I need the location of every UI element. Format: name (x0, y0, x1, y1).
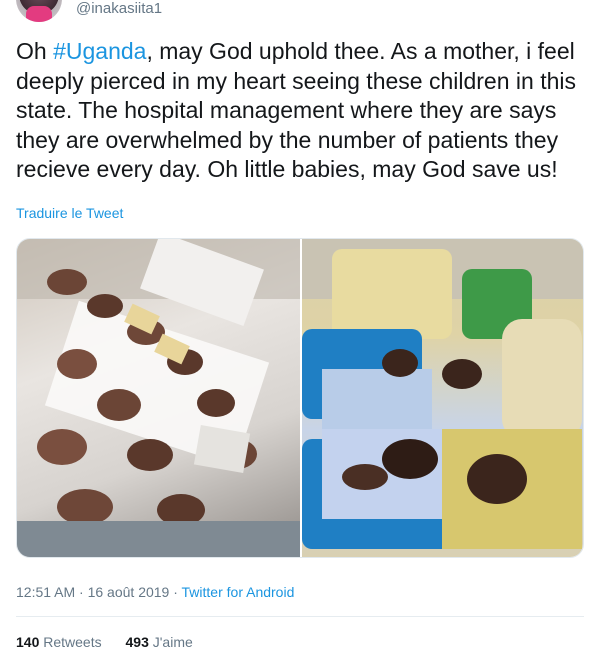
photo-right[interactable] (302, 239, 583, 557)
divider (16, 616, 584, 617)
media-grid (16, 238, 584, 558)
hashtag-link[interactable]: #Uganda (53, 38, 146, 64)
likes-stat[interactable]: 493 J'aime (126, 634, 193, 650)
retweets-label: Retweets (43, 634, 102, 650)
retweets-stat[interactable]: 140 Retweets (16, 634, 102, 650)
source-link[interactable]: Twitter for Android (182, 584, 295, 600)
retweets-count: 140 (16, 634, 40, 650)
author-handle[interactable]: @inakasiita1 (76, 0, 162, 18)
likes-count: 493 (125, 634, 149, 650)
photo-left[interactable] (17, 239, 300, 557)
timestamp-text[interactable]: 12:51 AM · 16 août 2019 · (16, 584, 182, 600)
tweet-timestamp: 12:51 AM · 16 août 2019 · Twitter for An… (16, 584, 294, 600)
likes-label: J'aime (152, 634, 193, 650)
tweet-text: Oh #Uganda, may God uphold thee. As a mo… (16, 37, 584, 185)
tweet-stats: 140 Retweets 493 J'aime (16, 634, 213, 650)
tweet-text-start: Oh (16, 38, 54, 64)
tweet-header: @inakasiita1 (16, 0, 584, 24)
author-avatar[interactable] (16, 0, 62, 22)
translate-tweet-link[interactable]: Traduire le Tweet (16, 205, 123, 221)
